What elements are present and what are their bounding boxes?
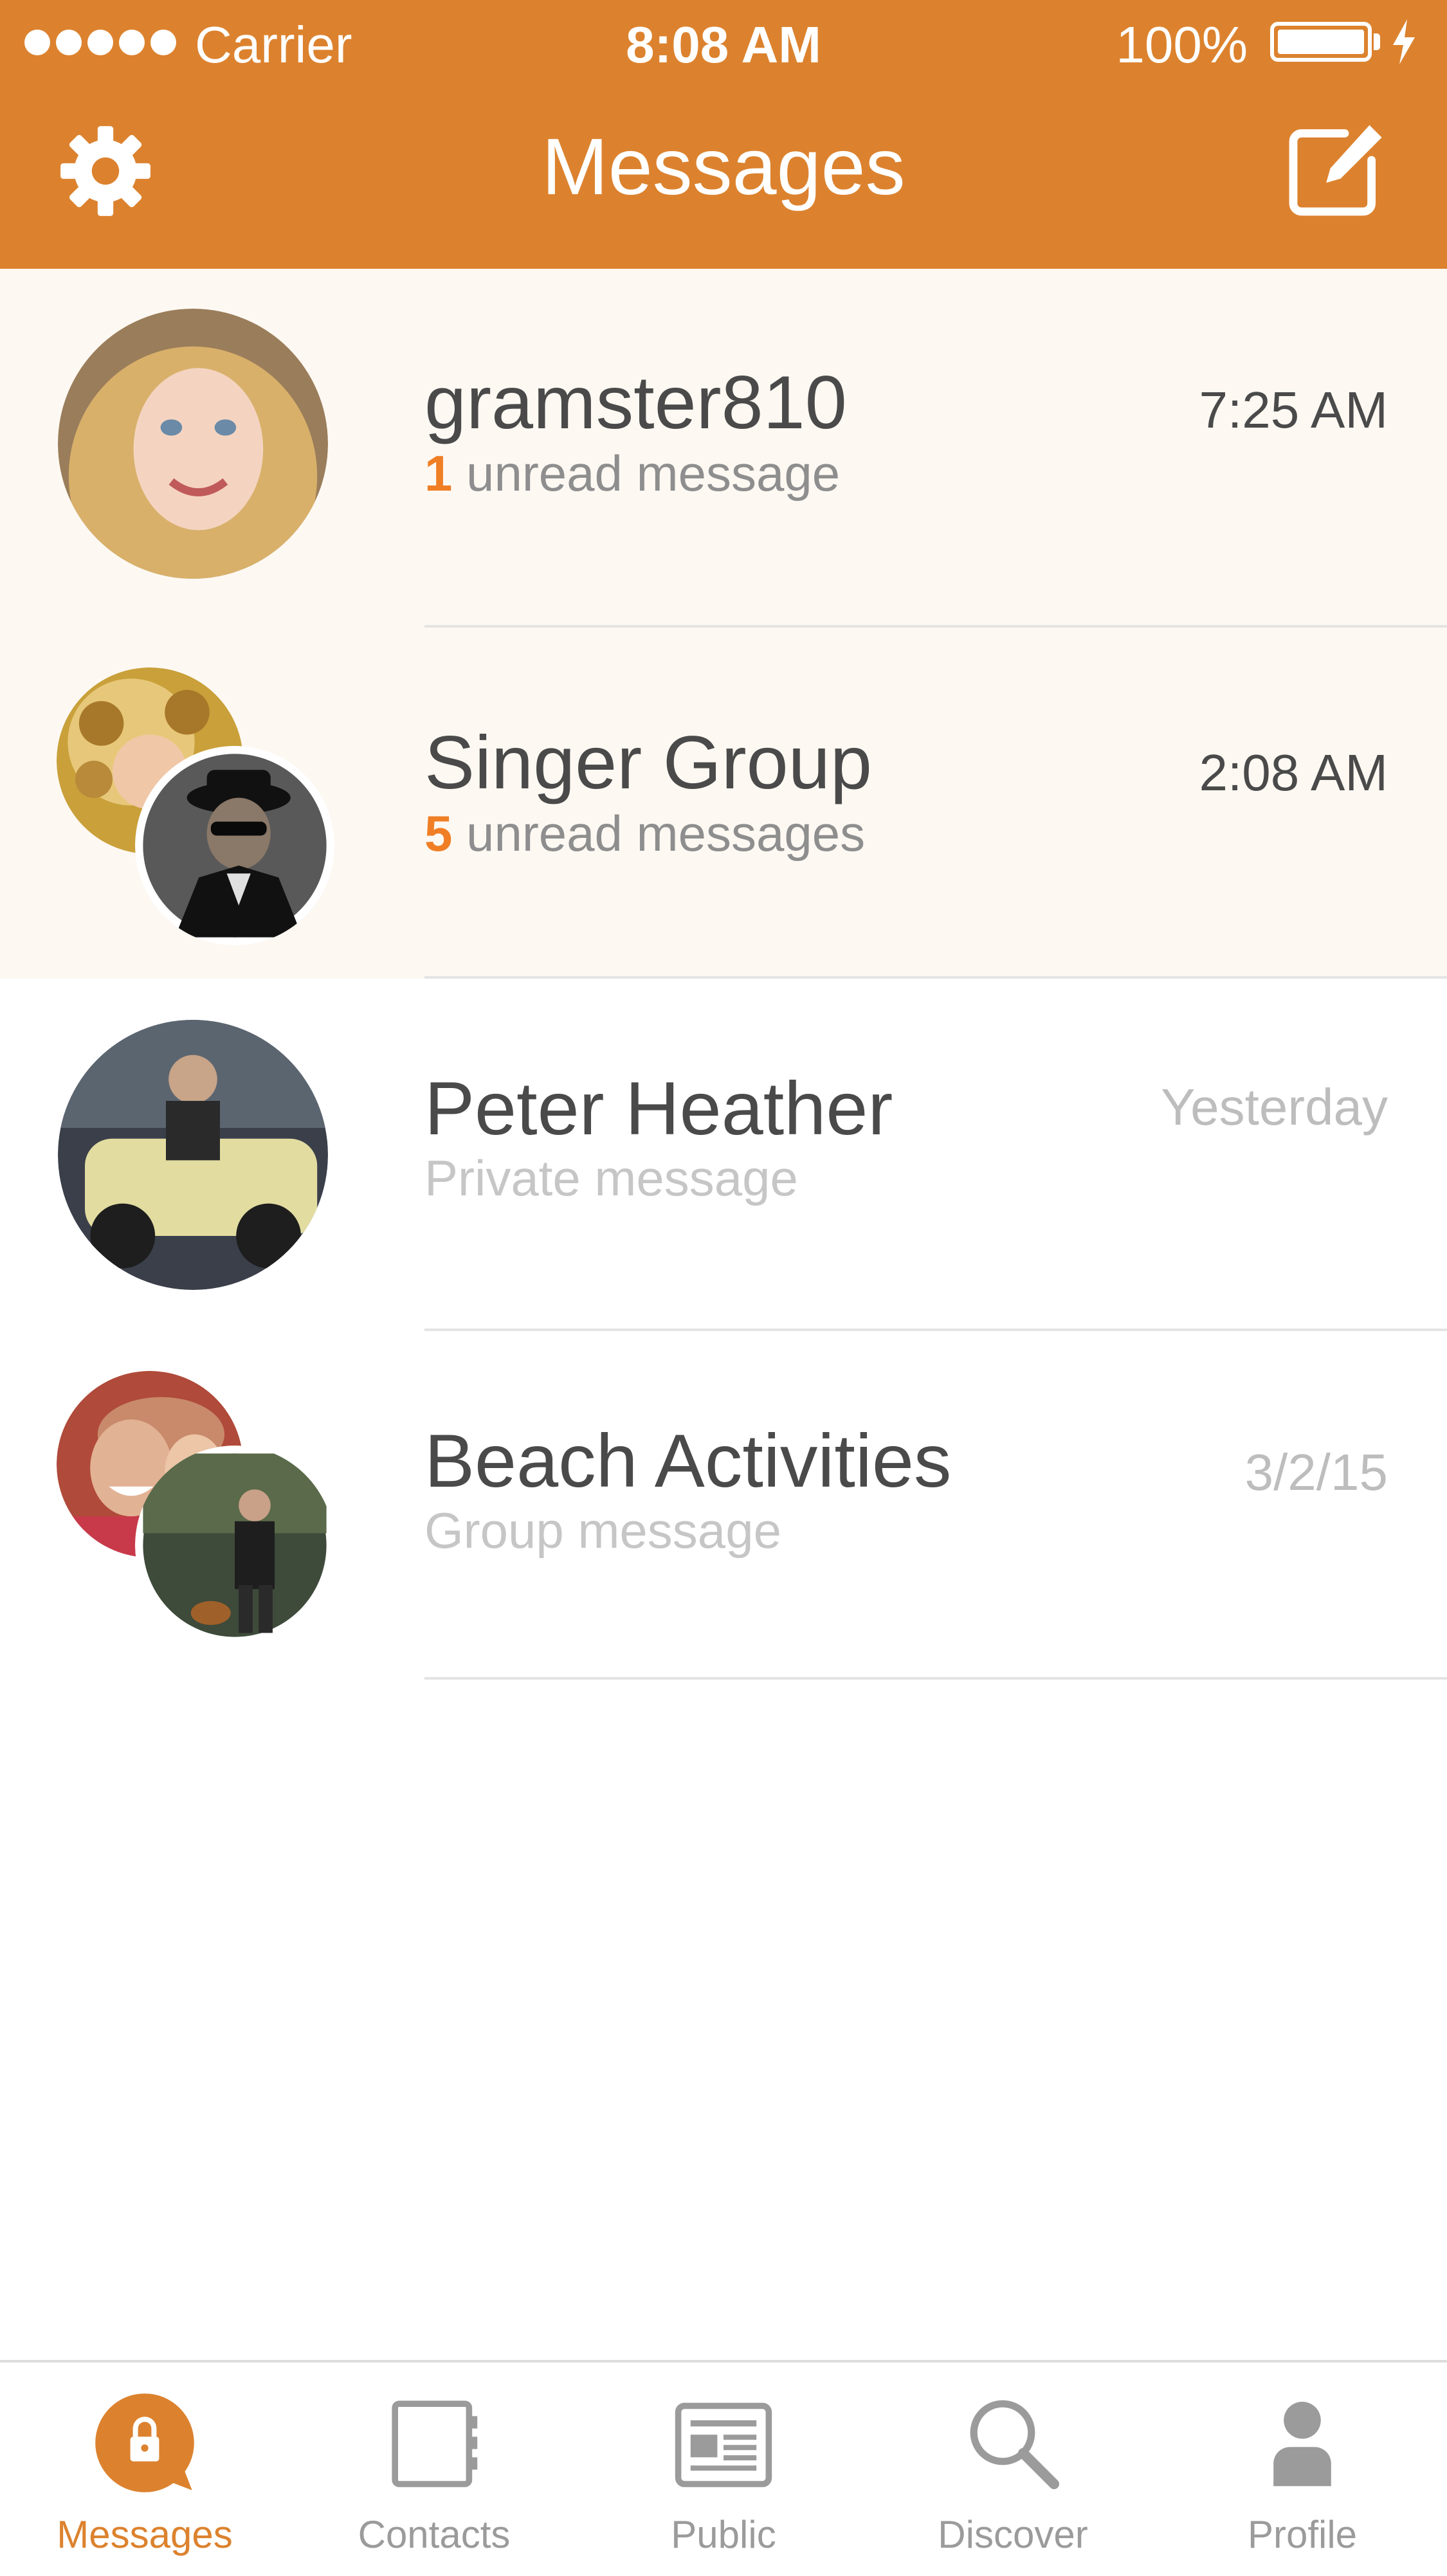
unread-count: 1	[424, 445, 453, 502]
tab-label: Messages	[57, 2513, 233, 2556]
contacts-book-icon	[392, 2400, 478, 2487]
tab-label: Profile	[1247, 2513, 1358, 2556]
avatar	[135, 1446, 334, 1645]
unread-label: unread messages	[452, 805, 866, 862]
battery-percent: 100%	[1116, 16, 1248, 73]
conversation-row-gramster810[interactable]: gramster810 1 unread message 7:25 AM	[0, 269, 1447, 628]
conversation-time: 2:08 AM	[1199, 744, 1388, 801]
tab-bar: Messages Contacts Public Discover Profil…	[0, 2360, 1447, 2573]
compose-icon[interactable]	[1283, 119, 1386, 222]
conversation-name: Peter Heather	[424, 1066, 893, 1150]
lock-bubble-icon	[95, 2393, 194, 2492]
tab-contacts[interactable]: Contacts	[289, 2363, 579, 2576]
tab-label: Contacts	[358, 2513, 511, 2556]
tab-discover[interactable]: Discover	[868, 2363, 1158, 2576]
avatar	[135, 746, 334, 945]
conversation-subtitle: 1 unread message	[424, 441, 840, 505]
conversation-name: gramster810	[424, 360, 847, 444]
conversation-row-peter-heather[interactable]: Peter Heather Private message Yesterday	[0, 979, 1447, 1331]
person-icon	[1273, 2402, 1331, 2487]
conversation-subtitle: 5 unread messages	[424, 801, 865, 866]
unread-count: 5	[424, 805, 453, 862]
avatar	[58, 1020, 328, 1290]
status-bar: Carrier 8:08 AM 100%	[0, 0, 1447, 84]
battery-tip	[1374, 33, 1380, 50]
conversation-subtitle: Private message	[424, 1150, 798, 1206]
charging-bolt-icon	[1393, 19, 1415, 64]
conversation-subtitle: Group message	[424, 1502, 781, 1559]
tab-messages[interactable]: Messages	[0, 2363, 289, 2576]
unread-label: unread message	[452, 445, 841, 502]
page-title: Messages	[541, 123, 906, 212]
tab-label: Public	[671, 2513, 776, 2556]
avatar	[58, 309, 328, 579]
conversation-name: Singer Group	[424, 720, 872, 804]
conversation-row-beach-activities[interactable]: Beach Activities Group message 3/2/15	[0, 1331, 1447, 1680]
conversation-time: Yesterday	[1161, 1078, 1388, 1136]
tab-public[interactable]: Public	[579, 2363, 868, 2576]
conversation-time: 7:25 AM	[1199, 381, 1388, 439]
conversation-time: 3/2/15	[1244, 1444, 1388, 1501]
row-divider	[424, 1677, 1447, 1680]
tab-profile[interactable]: Profile	[1158, 2363, 1447, 2576]
newspaper-icon	[675, 2402, 772, 2487]
conversation-name: Beach Activities	[424, 1419, 952, 1503]
header: Carrier 8:08 AM 100% Messages	[0, 0, 1447, 269]
conversation-row-singer-group[interactable]: Singer Group 5 unread messages 2:08 AM	[0, 628, 1447, 979]
tab-label: Discover	[938, 2513, 1088, 2556]
battery-icon	[1270, 22, 1372, 62]
search-icon	[970, 2400, 1059, 2489]
